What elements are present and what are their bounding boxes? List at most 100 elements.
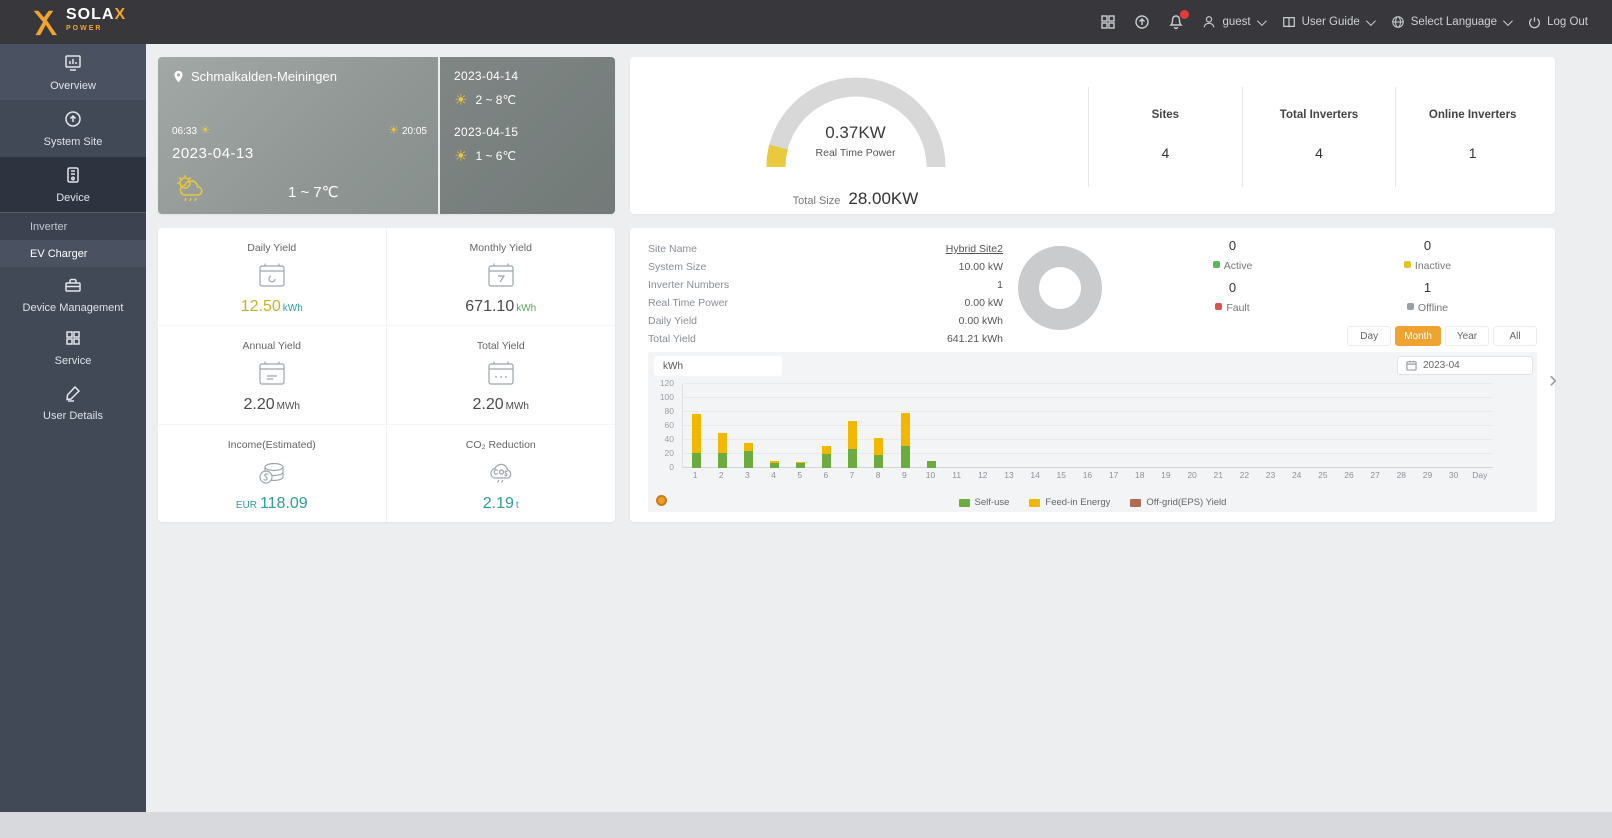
bar-column[interactable] [1336,384,1362,468]
calendar-year-icon [158,360,386,390]
chart-unit-tab[interactable]: kWh [654,356,782,376]
chart-legend: Self-use Feed-in Energy Off-grid(EPS) Yiel… [648,497,1537,508]
bar-column[interactable] [1206,384,1232,468]
range-year-button[interactable]: Year [1445,326,1489,346]
next-site-arrow[interactable]: › [1549,368,1557,392]
bar-column[interactable] [918,384,944,468]
sidebar-item-system-site[interactable]: System Site [0,100,146,157]
x-axis-tick: 28 [1396,470,1407,480]
x-axis-tick: 30 [1448,470,1459,480]
location-name: Schmalkalden-Meiningen [191,69,337,84]
bar-segment [900,445,910,468]
tile-total-yield: Total Yield 2.20 MWh [386,326,615,425]
sidebar-item-user-details[interactable]: User Details [0,373,146,431]
bar-segment [848,421,858,450]
refresh-indicator-icon[interactable] [656,495,667,506]
bar-column[interactable] [1232,384,1258,468]
bar-column[interactable] [1127,384,1153,468]
user-guide-label: User Guide [1301,16,1360,28]
chart-date-picker[interactable]: 2023-04 [1397,356,1533,375]
bar-column[interactable] [683,384,709,468]
legend-item[interactable]: Off-grid(EPS) Yield [1130,497,1226,508]
bar-column[interactable] [1258,384,1284,468]
bar-column[interactable] [1075,384,1101,468]
stat-label: Online Inverters [1428,109,1517,121]
bar-column[interactable] [1362,384,1388,468]
x-axis-tick: 12 [978,470,988,480]
sidebar-item-label: Device [56,192,90,204]
legend-item[interactable]: Self-use [958,497,1009,508]
range-month-button[interactable]: Month [1395,326,1441,346]
bar-column[interactable] [866,384,892,468]
weather-today-temp: 1 ~ 7℃ [288,184,339,201]
bar-column[interactable] [1284,384,1310,468]
weather-forecast-panel: 2023-04-14 ☀ 2 ~ 8℃ 2023-04-15 ☀ 1 ~ 6℃ [438,57,615,214]
notification-bell-icon[interactable] [1168,10,1190,30]
bar-column[interactable] [892,384,918,468]
apps-grid-icon[interactable] [1100,14,1116,30]
y-axis-tick: 20 [664,448,674,459]
sidebar-item-ev-charger[interactable]: EV Charger [0,240,146,267]
bar-column[interactable] [970,384,996,468]
legend-label: Off-grid(EPS) Yield [1146,497,1227,508]
bar-column[interactable] [1179,384,1205,468]
bar-column[interactable] [1415,384,1441,468]
x-axis-tick: 10 [925,470,936,480]
brand-sola: SOLA [66,6,115,23]
bar-column[interactable] [944,384,970,468]
info-label: Inverter Numbers [648,279,730,291]
language-menu[interactable]: Select Language [1391,15,1513,29]
bar-column[interactable] [1049,384,1075,468]
co2-cloud-icon [387,459,616,489]
x-axis-tick: 19 [1161,470,1171,480]
x-axis-unit-label: Day [1472,470,1488,480]
info-row-total-yield: Total Yield 641.21 kWh [648,330,1003,348]
bar-column[interactable] [814,384,840,468]
yield-label: Annual Yield [242,340,301,353]
bar-column[interactable] [840,384,866,468]
bar-column[interactable] [1153,384,1179,468]
bar-column[interactable] [761,384,787,468]
bar-column[interactable] [1388,384,1414,468]
navbar-right: guest User Guide Select Language Log Out [1100,10,1588,30]
x-axis-labels: 1 2 3 4 5 6 7 8 9 10 11 12 13 14 15 16 17 18 19 20 21 22 23 24 2… [682,470,1493,480]
y-axis-tick: 40 [664,434,674,445]
x-axis-tick: 2 [718,470,724,480]
range-all-button[interactable]: All [1493,326,1537,346]
stat-value: 4 [1161,145,1170,161]
user-menu[interactable]: guest [1202,15,1267,29]
weather-card: Schmalkalden-Meiningen 06:33 ☀ ☀ 20:05 2… [158,57,615,214]
yield-label: Total Yield [476,340,525,353]
user-guide-menu[interactable]: User Guide [1282,15,1376,29]
logout-button[interactable]: Log Out [1528,16,1588,29]
x-axis-tick: 15 [1056,470,1066,480]
solax-cloud-app: SOLAX POWER guest User Guide Select Lang… [0,0,1612,838]
pencil-icon [66,385,81,402]
x-axis-tick: 13 [1004,470,1014,480]
sidebar-item-device-management[interactable]: Device Management [0,267,146,321]
bar-column[interactable] [1441,384,1467,468]
sidebar-item-overview[interactable]: Overview [0,44,146,100]
brand-logo[interactable]: SOLAX POWER [28,7,126,37]
sidebar-item-service[interactable]: Service [0,321,146,373]
range-day-button[interactable]: Day [1347,326,1392,346]
bar-column[interactable] [1023,384,1049,468]
stat-online-inverters: Online Inverters 1 [1395,87,1549,187]
globe-icon [1391,16,1404,28]
chevron-down-icon [1365,15,1376,26]
bar-column[interactable] [1101,384,1127,468]
upload-circle-icon[interactable] [1134,14,1150,30]
legend-item[interactable]: Feed-in Energy [1029,497,1110,508]
x-axis-tick: 16 [1082,470,1093,480]
bar-column[interactable] [1310,384,1336,468]
sidebar-item-device[interactable]: Device [0,157,146,212]
bar-column[interactable] [709,384,735,468]
bar-column[interactable] [997,384,1023,468]
sunrise-icon: ☀ [199,123,211,137]
site-name-link[interactable]: Hybrid Site2 [946,243,1003,255]
bar-column[interactable] [735,384,761,468]
sidebar-item-label: Service [54,354,92,367]
bar-column[interactable] [788,384,814,468]
sidebar-item-inverter[interactable]: Inverter [0,213,146,240]
tile-co2-reduction: CO₂ Reduction 2.19 t [387,425,616,522]
